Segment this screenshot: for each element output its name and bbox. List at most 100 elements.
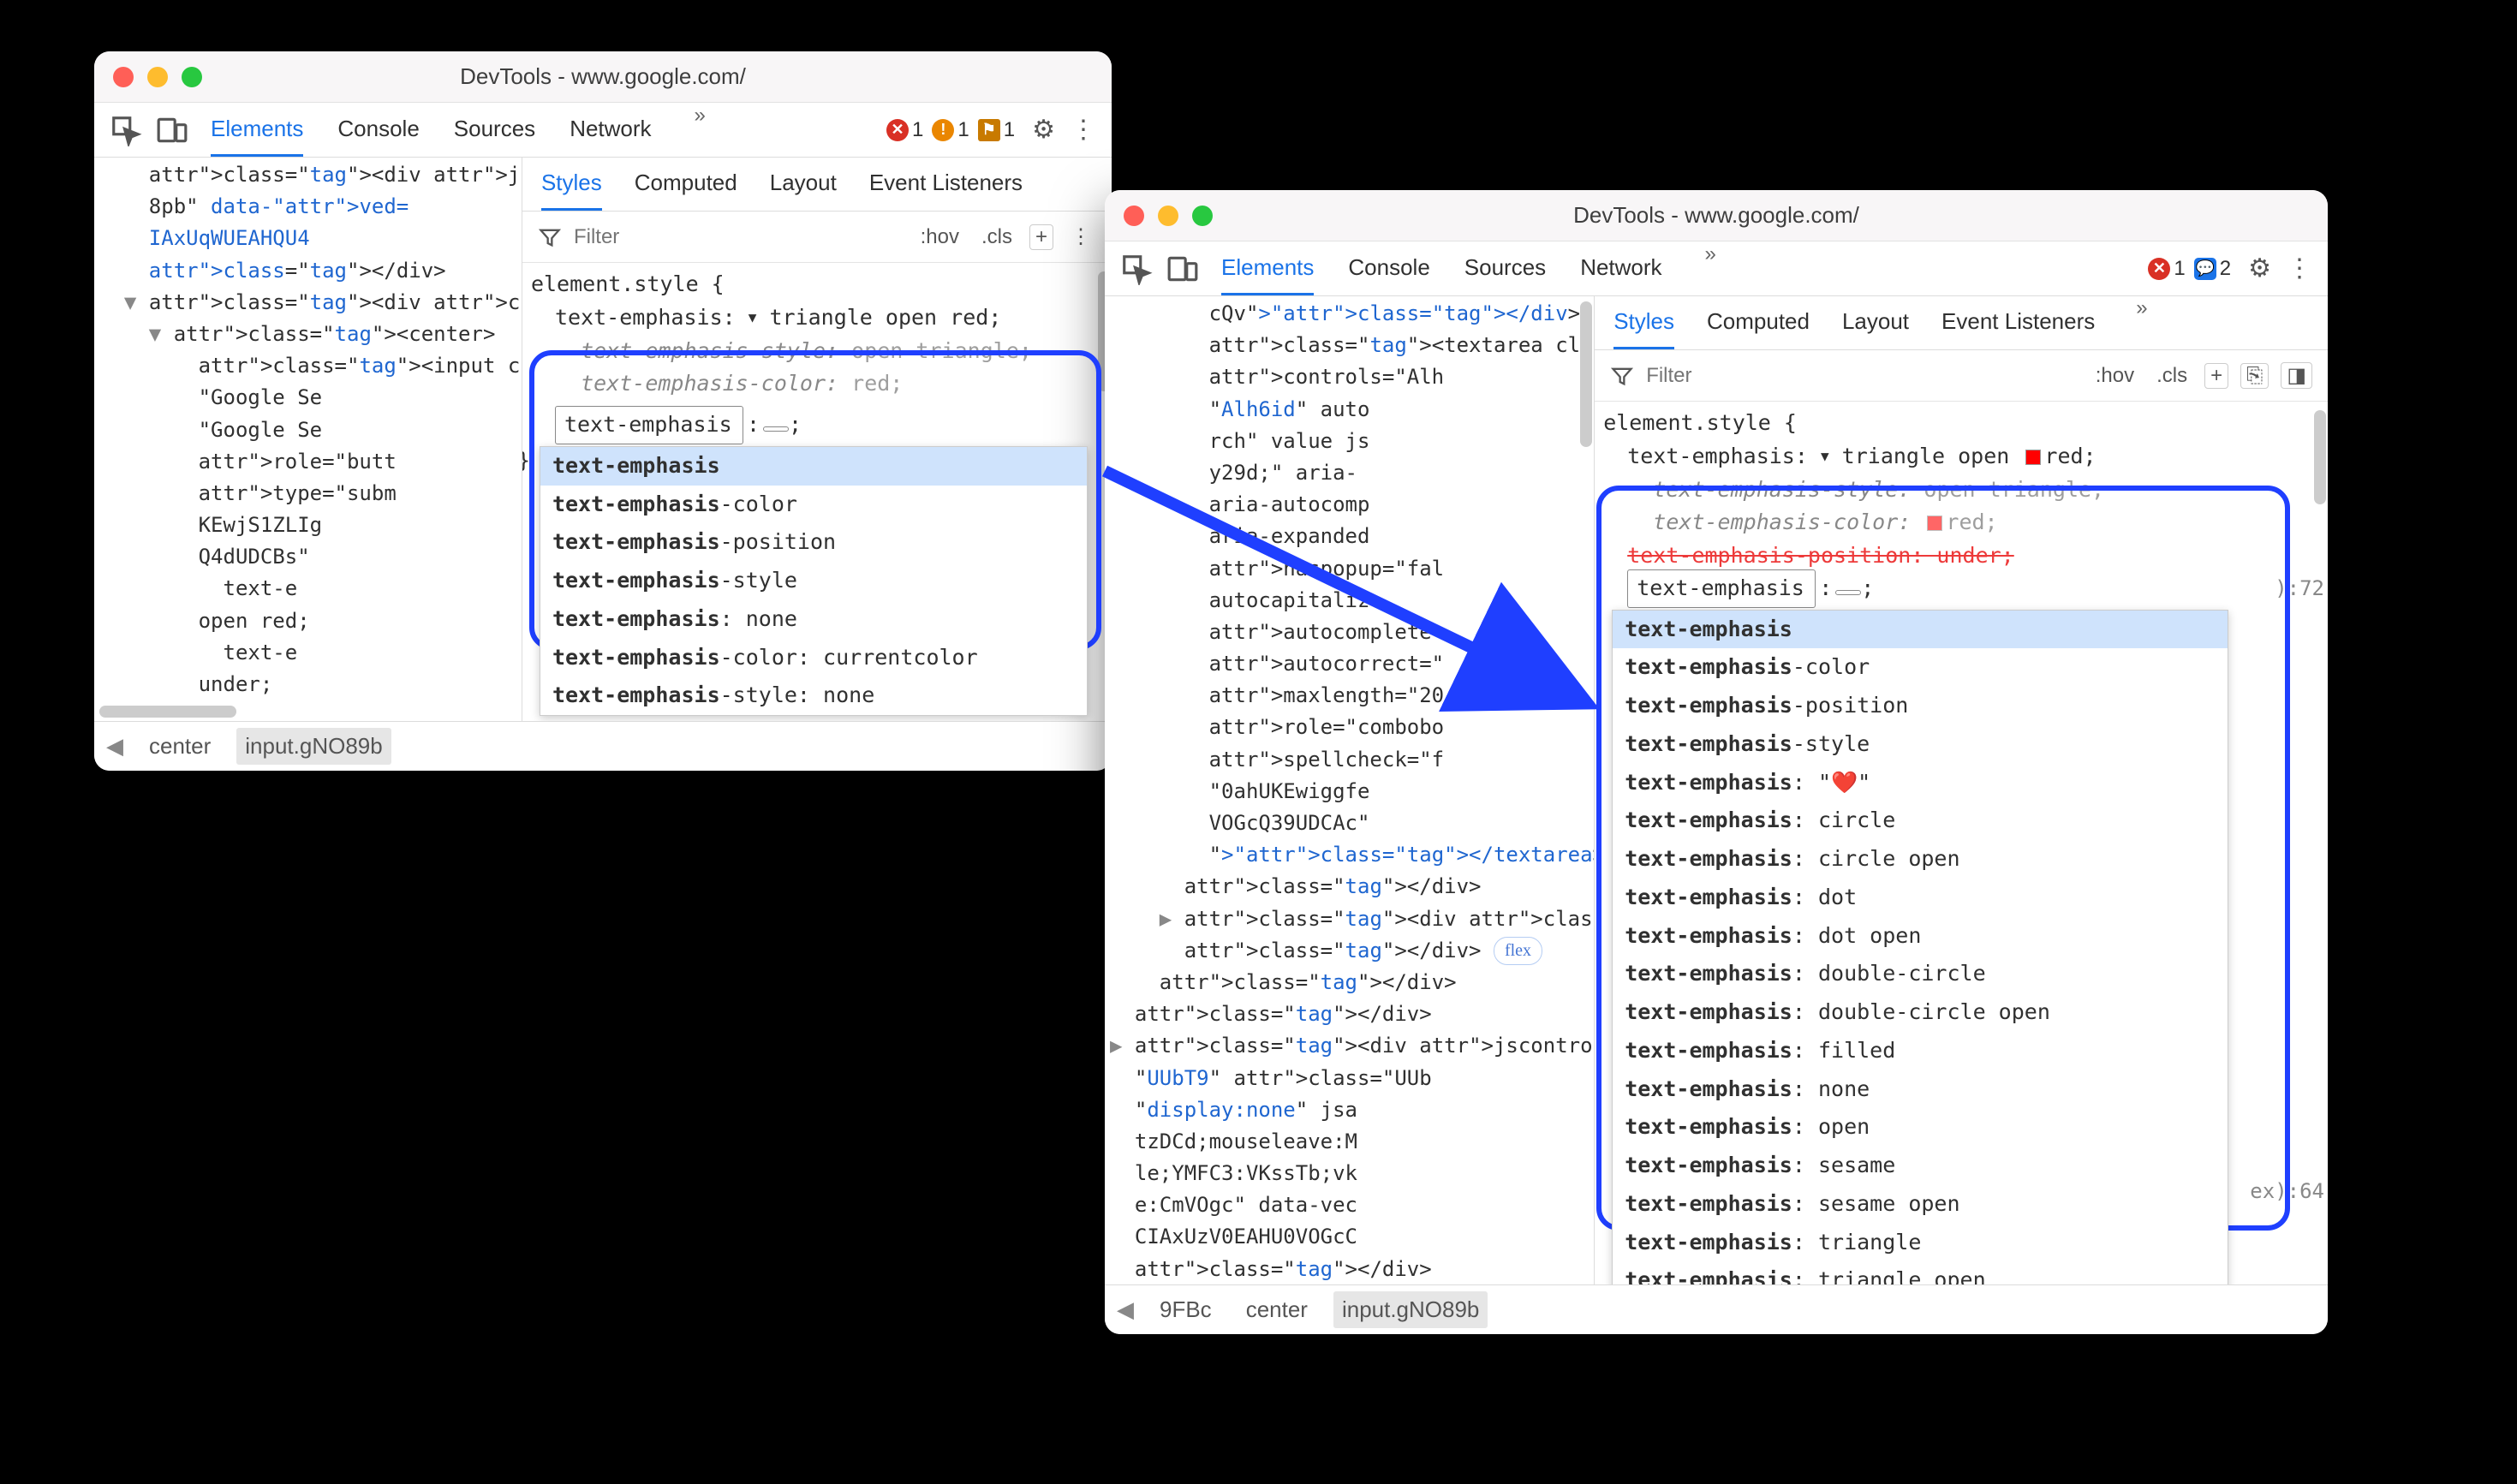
autocomplete-item[interactable]: text-emphasis: open xyxy=(1613,1108,2228,1147)
dom-tree[interactable]: cQv">"attr">class="tag"></div> attr">cla… xyxy=(1105,296,1594,1284)
css-property[interactable]: text-emphasis: ▼ triangle open red; xyxy=(1603,440,2319,474)
autocomplete-item[interactable]: text-emphasis: sesame open xyxy=(1613,1185,2228,1224)
css-property[interactable]: text-emphasis: ▼ triangle open red; xyxy=(531,301,1103,335)
info-badge[interactable]: 💬2 xyxy=(2194,257,2231,281)
autocomplete-item[interactable]: text-emphasis: "❤️" xyxy=(1613,764,2228,802)
autocomplete-item[interactable]: text-emphasis: double-circle open xyxy=(1613,993,2228,1032)
autocomplete-list[interactable]: text-emphasistext-emphasis-colortext-emp… xyxy=(540,446,1088,716)
rule-selector[interactable]: element.style { xyxy=(531,268,1103,301)
autocomplete-item[interactable]: text-emphasis: double-circle xyxy=(1613,955,2228,993)
subtab-computed[interactable]: Computed xyxy=(1707,296,1810,349)
new-rule-icon[interactable]: + xyxy=(2204,363,2228,389)
subtab-styles[interactable]: Styles xyxy=(1613,296,1674,349)
autocomplete-item[interactable]: text-emphasis-style xyxy=(540,562,1087,600)
chevron-left-icon[interactable]: ◀ xyxy=(106,733,123,760)
cls-toggle[interactable]: .cls xyxy=(976,225,1017,249)
autocomplete-item[interactable]: text-emphasis-position xyxy=(1613,687,2228,725)
scrollbar[interactable] xyxy=(1580,301,1592,447)
breadcrumb[interactable]: ◀ center input.gNO89b xyxy=(94,721,1112,771)
error-badge[interactable]: ✕1 xyxy=(2148,257,2185,281)
autocomplete-item[interactable]: text-emphasis: none xyxy=(1613,1070,2228,1109)
autocomplete-item[interactable]: text-emphasis: dot xyxy=(1613,879,2228,917)
subtab-layout[interactable]: Layout xyxy=(770,158,837,211)
dom-tree[interactable]: attr">class="tag"><div attr">jsname= 8pb… xyxy=(94,158,522,721)
autocomplete-item[interactable]: text-emphasis xyxy=(540,447,1087,486)
subtab-event-listeners[interactable]: Event Listeners xyxy=(869,158,1023,211)
autocomplete-item[interactable]: text-emphasis-style: none xyxy=(540,676,1087,715)
tab-network[interactable]: Network xyxy=(570,104,651,157)
zoom-icon[interactable] xyxy=(1192,206,1213,226)
copy-styles-icon[interactable]: ⎘ xyxy=(2240,363,2269,389)
filter-input[interactable]: Filter xyxy=(574,225,904,249)
css-property-input[interactable]: text-emphasis xyxy=(1627,569,1816,608)
tab-elements[interactable]: Elements xyxy=(1221,242,1314,295)
autocomplete-item[interactable]: text-emphasis: circle xyxy=(1613,802,2228,840)
more-icon[interactable]: ⋮ xyxy=(1071,115,1096,145)
more-styles-icon[interactable]: ⋮ xyxy=(1065,224,1096,249)
warning-badge[interactable]: !1 xyxy=(932,118,969,142)
css-value-input[interactable] xyxy=(763,426,789,432)
autocomplete-item[interactable]: text-emphasis-color xyxy=(1613,648,2228,687)
autocomplete-item[interactable]: text-emphasis: dot open xyxy=(1613,917,2228,956)
hov-toggle[interactable]: :hov xyxy=(2091,364,2139,388)
styles-body[interactable]: element.style { text-emphasis: ▼ triangl… xyxy=(1595,402,2328,1284)
rule-selector[interactable]: element.style { xyxy=(1603,407,2319,440)
inspect-icon[interactable] xyxy=(110,114,142,146)
subtab-event-listeners[interactable]: Event Listeners xyxy=(1941,296,2095,349)
autocomplete-item[interactable]: text-emphasis-color: currentcolor xyxy=(540,639,1087,677)
device-icon[interactable] xyxy=(1166,253,1199,285)
autocomplete-item[interactable]: text-emphasis-style xyxy=(1613,725,2228,764)
breadcrumb-item[interactable]: 9FBc xyxy=(1151,1291,1220,1328)
tab-console[interactable]: Console xyxy=(1348,242,1429,295)
tab-network[interactable]: Network xyxy=(1580,242,1661,295)
error-badge[interactable]: ✕1 xyxy=(886,118,923,142)
color-swatch-icon[interactable] xyxy=(2025,450,2041,465)
breadcrumb-item[interactable]: input.gNO89b xyxy=(236,728,391,765)
new-rule-icon[interactable]: + xyxy=(1029,224,1053,250)
autocomplete-item[interactable]: text-emphasis: triangle open xyxy=(1613,1261,2228,1284)
autocomplete-item[interactable]: text-emphasis: filled xyxy=(1613,1032,2228,1070)
filter-icon[interactable] xyxy=(538,225,562,249)
autocomplete-item[interactable]: text-emphasis: sesame xyxy=(1613,1147,2228,1185)
tab-elements[interactable]: Elements xyxy=(211,104,303,157)
computed-toggle-icon[interactable]: ◨ xyxy=(2281,362,2312,389)
tabs-overflow-icon[interactable]: » xyxy=(695,104,706,157)
breadcrumb[interactable]: ◀ 9FBc center input.gNO89b xyxy=(1105,1284,2328,1334)
tabs-overflow-icon[interactable]: » xyxy=(1705,242,1716,295)
scrollbar[interactable] xyxy=(99,706,236,718)
autocomplete-item[interactable]: text-emphasis: none xyxy=(540,600,1087,639)
minimize-icon[interactable] xyxy=(147,67,168,87)
minimize-icon[interactable] xyxy=(1158,206,1178,226)
filter-input[interactable]: Filter xyxy=(1646,364,2079,388)
issues-badge[interactable]: ⚑1 xyxy=(978,118,1015,142)
chevron-left-icon[interactable]: ◀ xyxy=(1117,1296,1134,1323)
subtab-computed[interactable]: Computed xyxy=(635,158,737,211)
autocomplete-item[interactable]: text-emphasis xyxy=(1613,611,2228,649)
tab-sources[interactable]: Sources xyxy=(1464,242,1546,295)
inspect-icon[interactable] xyxy=(1120,253,1153,285)
more-icon[interactable]: ⋮ xyxy=(2287,253,2312,283)
tab-console[interactable]: Console xyxy=(337,104,419,157)
hov-toggle[interactable]: :hov xyxy=(916,225,964,249)
cls-toggle[interactable]: .cls xyxy=(2151,364,2192,388)
breadcrumb-item[interactable]: center xyxy=(140,728,219,765)
tab-sources[interactable]: Sources xyxy=(454,104,535,157)
subtab-layout[interactable]: Layout xyxy=(1842,296,1909,349)
scrollbar[interactable] xyxy=(2314,410,2326,504)
styles-body[interactable]: element.style { text-emphasis: ▼ triangl… xyxy=(522,263,1112,721)
css-property-input[interactable]: text-emphasis xyxy=(555,406,743,444)
subtabs-overflow-icon[interactable]: » xyxy=(2136,296,2147,349)
autocomplete-item[interactable]: text-emphasis: circle open xyxy=(1613,840,2228,879)
device-icon[interactable] xyxy=(156,114,188,146)
gear-icon[interactable]: ⚙ xyxy=(2248,253,2271,283)
filter-icon[interactable] xyxy=(1610,364,1634,388)
zoom-icon[interactable] xyxy=(182,67,202,87)
breadcrumb-item[interactable]: center xyxy=(1238,1291,1316,1328)
close-icon[interactable] xyxy=(113,67,134,87)
subtab-styles[interactable]: Styles xyxy=(541,158,602,211)
close-icon[interactable] xyxy=(1124,206,1144,226)
breadcrumb-item[interactable]: input.gNO89b xyxy=(1333,1291,1488,1328)
autocomplete-list[interactable]: text-emphasistext-emphasis-colortext-emp… xyxy=(1612,610,2228,1285)
gear-icon[interactable]: ⚙ xyxy=(1032,115,1055,145)
css-value-input[interactable] xyxy=(1835,590,1861,595)
